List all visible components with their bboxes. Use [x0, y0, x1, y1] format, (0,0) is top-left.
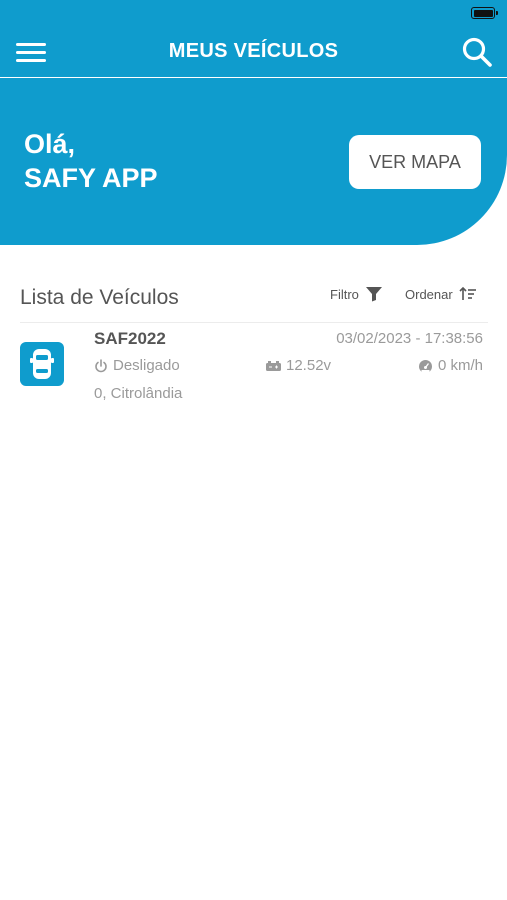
ignition-status-label: Desligado: [113, 357, 180, 374]
view-map-button[interactable]: VER MAPA: [349, 135, 481, 189]
vehicle-plate: SAF2022: [94, 329, 166, 348]
greeting: Olá, SAFY APP: [24, 127, 158, 195]
vehicle-last-update: 03/02/2023 - 17:38:56: [336, 330, 483, 347]
car-icon: [20, 342, 64, 386]
vehicle-address: 0, Citrolândia: [94, 385, 183, 402]
list-title: Lista de Veículos: [20, 286, 179, 309]
hero-banner: Olá, SAFY APP VER MAPA: [0, 78, 507, 245]
power-icon: [95, 358, 107, 372]
battery-icon: [471, 7, 498, 19]
sort-icon: [459, 286, 476, 300]
search-icon[interactable]: [461, 36, 493, 68]
filter-label: Filtro: [330, 286, 359, 302]
vehicle-voltage: 12.52v: [266, 357, 331, 374]
funnel-icon: [365, 287, 382, 302]
greeting-line1: Olá,: [24, 129, 76, 159]
speed-value: 0 km/h: [437, 357, 483, 374]
vehicle-ignition-status: Desligado: [94, 357, 180, 374]
vehicle-speed: 0 km/h: [418, 357, 483, 374]
status-bar: [0, 0, 507, 28]
filter-button[interactable]: Filtro: [330, 286, 383, 302]
battery-voltage-icon: [266, 360, 281, 371]
speedometer-icon: [418, 359, 432, 373]
page-title: MEUS VEÍCULOS: [168, 40, 339, 62]
sort-label: Ordenar: [405, 286, 453, 302]
voltage-value: 12.52v: [286, 357, 332, 374]
sort-button[interactable]: Ordenar: [405, 286, 477, 302]
greeting-user-name: SAFY APP: [24, 163, 158, 193]
vehicle-list-item[interactable]: SAF2022 03/02/2023 - 17:38:56 Desligado …: [0, 323, 507, 413]
